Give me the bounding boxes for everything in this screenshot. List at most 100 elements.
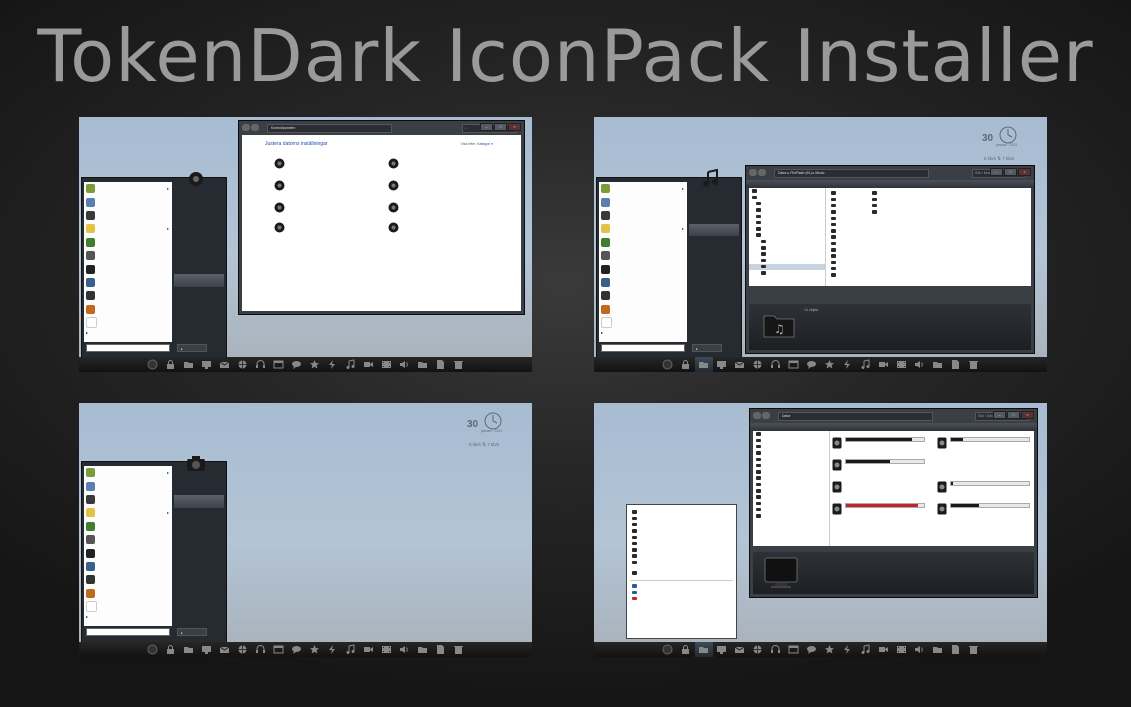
start-place-item[interactable] <box>689 236 739 249</box>
headphones-icon[interactable] <box>767 642 785 657</box>
forward-button[interactable] <box>251 124 259 131</box>
shutdown-button[interactable]: ▸ <box>177 628 207 636</box>
shutdown-button[interactable]: ▸ <box>177 344 207 352</box>
window-icon[interactable] <box>785 357 803 372</box>
tree-item[interactable] <box>753 513 829 519</box>
start-place-item[interactable] <box>174 558 224 571</box>
start-program-item[interactable] <box>599 249 687 262</box>
address-bar[interactable]: Kontrollpanelen <box>267 124 392 133</box>
start-place-item[interactable] <box>174 533 224 546</box>
start-place-item[interactable] <box>174 520 224 533</box>
headphones-icon[interactable] <box>767 357 785 372</box>
back-button[interactable] <box>753 412 761 419</box>
start-program-item[interactable]: ▸ <box>599 222 687 235</box>
address-bar[interactable]: Dator ▸ FlinFlash (M:) ▸ Music <box>774 169 929 178</box>
drive-item[interactable] <box>937 480 1030 498</box>
start-place-item[interactable] <box>689 199 739 212</box>
monitor-icon[interactable] <box>713 357 731 372</box>
chat-icon[interactable] <box>803 642 821 657</box>
start-place-item[interactable] <box>174 199 224 212</box>
doc-icon[interactable] <box>432 642 450 657</box>
start-place-item[interactable] <box>174 470 224 483</box>
address-bar[interactable]: Dator <box>778 412 933 421</box>
start-program-item[interactable] <box>599 209 687 222</box>
start-place-item[interactable] <box>174 236 224 249</box>
trash-icon[interactable] <box>450 357 468 372</box>
drive-item[interactable] <box>937 502 1030 520</box>
start-place-item[interactable] <box>174 571 224 584</box>
start-place-item[interactable] <box>174 508 224 521</box>
video-icon[interactable] <box>360 357 378 372</box>
start-place-item[interactable] <box>174 274 224 287</box>
globe-icon[interactable] <box>234 357 252 372</box>
close-button[interactable]: × <box>1021 411 1034 419</box>
start-program-item[interactable] <box>599 289 687 302</box>
globe-icon[interactable] <box>234 642 252 657</box>
start-place-item[interactable] <box>689 211 739 224</box>
speaker-icon[interactable] <box>396 357 414 372</box>
video-icon[interactable] <box>875 642 893 657</box>
doc-icon[interactable] <box>947 642 965 657</box>
music-icon[interactable] <box>857 642 875 657</box>
start-program-item[interactable]: ▸ <box>84 222 172 235</box>
close-button[interactable]: × <box>1018 168 1031 176</box>
start-program-item[interactable] <box>84 262 172 275</box>
all-programs-button[interactable]: ▸ <box>86 614 88 619</box>
globe-icon[interactable] <box>749 357 767 372</box>
start-program-item[interactable] <box>84 195 172 208</box>
start-place-item[interactable] <box>174 299 224 312</box>
mail-icon[interactable] <box>216 357 234 372</box>
start-place-item[interactable] <box>689 186 739 199</box>
mail-icon[interactable] <box>731 642 749 657</box>
bolt-icon[interactable] <box>324 642 342 657</box>
all-programs-button[interactable]: ▸ <box>86 330 88 335</box>
start-program-item[interactable] <box>84 303 172 316</box>
start-search-input[interactable] <box>601 344 685 352</box>
start-place-item[interactable] <box>689 287 739 300</box>
window-icon[interactable] <box>270 357 288 372</box>
start-place-item[interactable] <box>174 546 224 559</box>
bolt-icon[interactable] <box>839 642 857 657</box>
trash-icon[interactable] <box>450 642 468 657</box>
start-program-item[interactable] <box>84 249 172 262</box>
start-place-item[interactable] <box>174 483 224 496</box>
start-orb-button[interactable] <box>144 357 162 372</box>
start-place-item[interactable] <box>174 224 224 237</box>
star-icon[interactable] <box>306 642 324 657</box>
start-program-item[interactable] <box>84 289 172 302</box>
mail-icon[interactable] <box>216 642 234 657</box>
speaker-icon[interactable] <box>396 642 414 657</box>
headphones-icon[interactable] <box>252 357 270 372</box>
speaker-icon[interactable] <box>911 642 929 657</box>
start-place-item[interactable] <box>174 249 224 262</box>
start-program-item[interactable]: ▸ <box>84 466 172 479</box>
back-button[interactable] <box>749 169 757 176</box>
start-place-item[interactable] <box>174 583 224 596</box>
file-item[interactable] <box>831 272 838 278</box>
music-icon[interactable] <box>342 357 360 372</box>
monitor-icon[interactable] <box>198 642 216 657</box>
folder-icon[interactable] <box>929 357 947 372</box>
file-item[interactable] <box>872 209 879 215</box>
start-program-item[interactable] <box>84 573 172 586</box>
drive-item[interactable] <box>832 502 925 520</box>
start-place-item[interactable] <box>174 211 224 224</box>
trash-icon[interactable] <box>965 357 983 372</box>
globe-icon[interactable] <box>749 642 767 657</box>
star-icon[interactable] <box>306 357 324 372</box>
start-place-item[interactable] <box>689 274 739 287</box>
start-program-item[interactable] <box>599 236 687 249</box>
doc-icon[interactable] <box>432 357 450 372</box>
drive-item[interactable] <box>832 436 925 454</box>
folder-icon[interactable] <box>929 642 947 657</box>
video-icon[interactable] <box>875 357 893 372</box>
start-orb-button[interactable] <box>659 642 677 657</box>
start-orb-button[interactable] <box>659 357 677 372</box>
start-program-item[interactable] <box>599 316 687 329</box>
start-place-item[interactable] <box>174 495 224 508</box>
start-program-item[interactable] <box>84 209 172 222</box>
folder-icon[interactable] <box>180 642 198 657</box>
start-program-item[interactable] <box>84 493 172 506</box>
star-icon[interactable] <box>821 357 839 372</box>
start-place-item[interactable] <box>174 287 224 300</box>
